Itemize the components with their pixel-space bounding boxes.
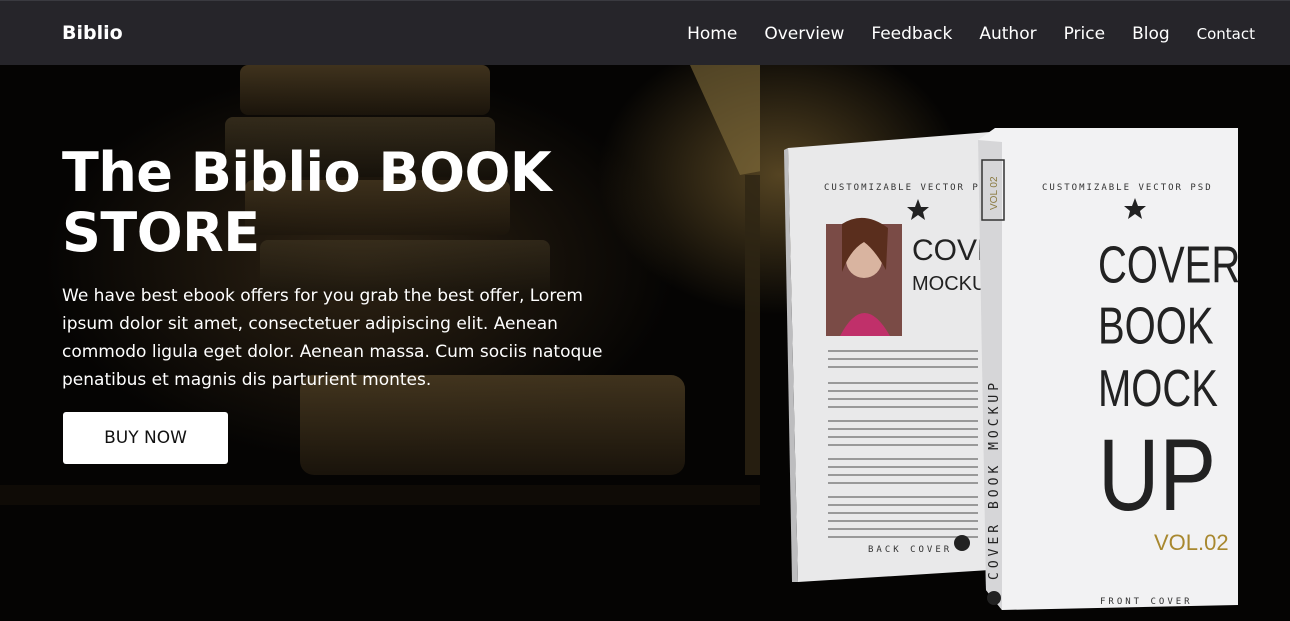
front-top-label: CUSTOMIZABLE VECTOR PSD <box>1042 183 1213 193</box>
book-mockup-image: CUSTOMIZABLE VECTOR PSD COVER BO MOCKUP … <box>784 128 1240 610</box>
front-title-line2: BOOK <box>1098 297 1214 355</box>
front-title-line1: COVER <box>1098 235 1240 293</box>
brand-logo[interactable]: Biblio <box>62 22 123 44</box>
hero-title: The Biblio BOOK STORE <box>62 141 552 264</box>
hero-description: We have best ebook offers for you grab t… <box>62 286 603 390</box>
front-cover-label: FRONT COVER <box>1100 597 1193 607</box>
back-top-label: CUSTOMIZABLE VECTOR PSD <box>824 183 995 193</box>
vol-badge: VOL 02 <box>989 176 1000 210</box>
nav-link-author[interactable]: Author <box>979 24 1036 44</box>
nav-link-price[interactable]: Price <box>1064 24 1105 44</box>
main-nav: Home Overview Feedback Author Price Blog… <box>687 1 1255 66</box>
hero-section: The Biblio BOOK STORE We have best ebook… <box>0 65 1290 621</box>
front-title-line3: MOCK <box>1098 359 1218 417</box>
front-title-line4: UP <box>1098 418 1216 532</box>
nav-link-blog[interactable]: Blog <box>1132 24 1170 44</box>
spine-title: COVER BOOK MOCKUP <box>987 379 1002 580</box>
buy-now-button[interactable]: BUY NOW <box>63 412 228 464</box>
back-cover-label: BACK COVER <box>868 545 952 555</box>
spine-badge-icon <box>987 591 1001 605</box>
nav-link-overview[interactable]: Overview <box>764 24 844 44</box>
nav-link-contact[interactable]: Contact <box>1197 25 1255 43</box>
navbar: Biblio Home Overview Feedback Author Pri… <box>0 0 1290 65</box>
badge-icon <box>954 535 970 551</box>
nav-link-feedback[interactable]: Feedback <box>871 24 952 44</box>
front-vol-label: VOL.02 <box>1154 530 1229 555</box>
nav-link-home[interactable]: Home <box>687 24 737 44</box>
